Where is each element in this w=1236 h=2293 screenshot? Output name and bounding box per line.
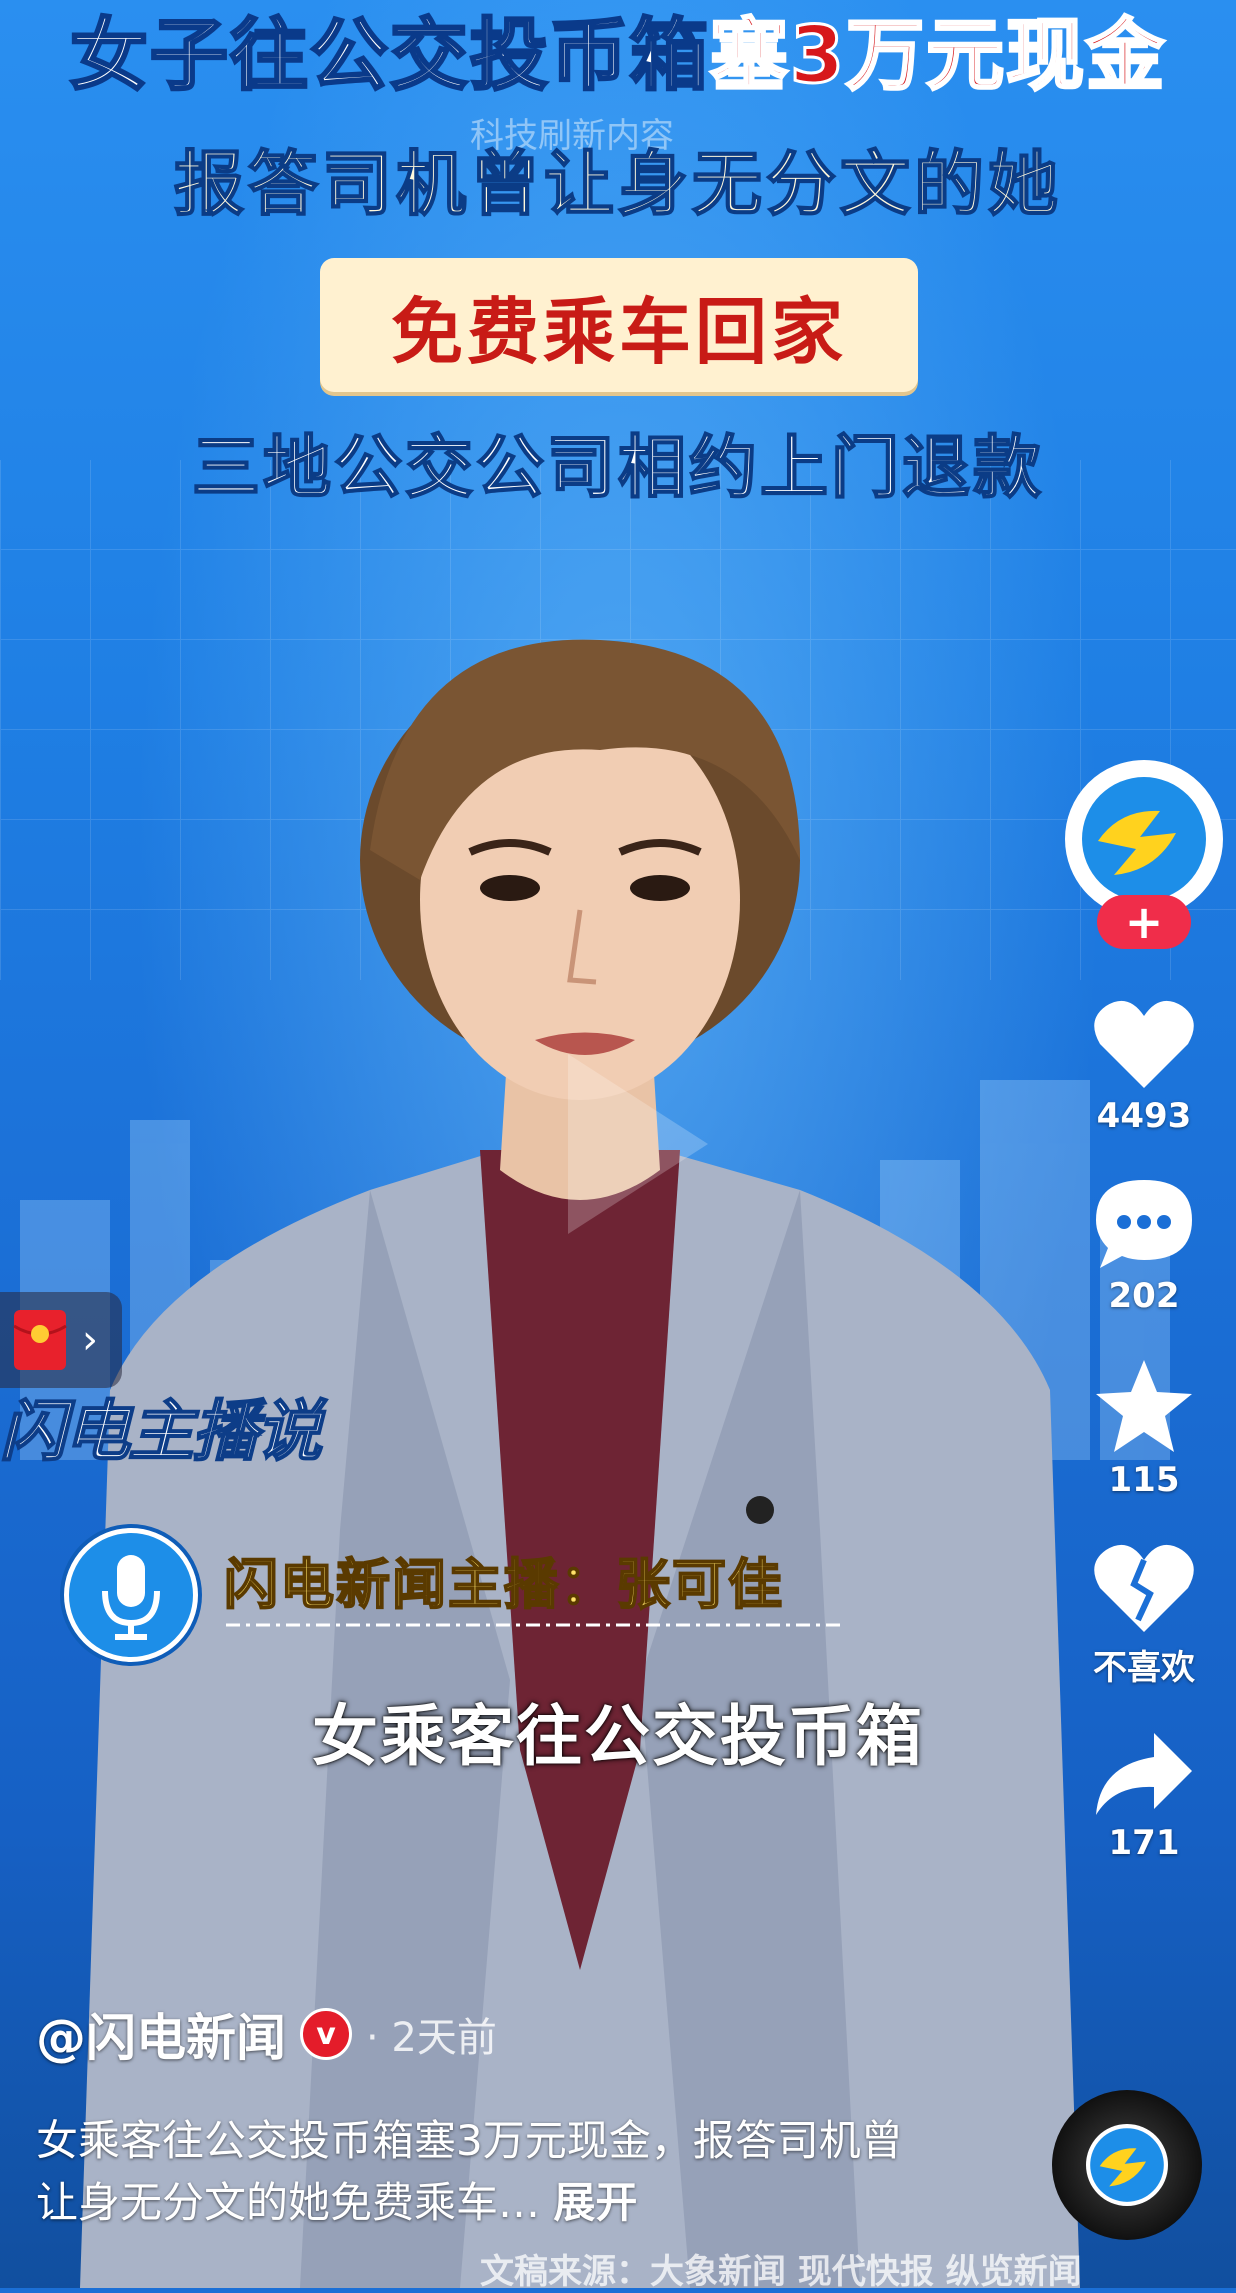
post-time: · 2天前 [366, 2015, 497, 2061]
author-row: @闪电新闻 v · 2天前 [36, 1998, 497, 2070]
source-credit: 文稿来源：大象新闻 现代快报 纵览新闻 [480, 2252, 1082, 2292]
chevron-right-icon: › [82, 1317, 98, 1363]
heart-icon [1094, 1000, 1194, 1088]
verified-badge-icon: v [300, 2008, 352, 2060]
broken-heart-icon [1094, 1544, 1194, 1632]
headline-red-text: 塞3万元现金 [708, 10, 1167, 103]
video-subtitle: 女乘客往公交投币箱 [312, 1698, 924, 1775]
share-count: 171 [1108, 1823, 1180, 1863]
headline-line1: 女子往公交投币箱塞3万元现金 [0, 6, 1236, 106]
microphone-badge [64, 1528, 198, 1662]
like-action[interactable]: 4493 [1092, 996, 1196, 1136]
red-envelope-widget[interactable]: › [0, 1292, 122, 1388]
star-icon [1096, 1360, 1192, 1452]
red-envelope-icon [13, 1310, 67, 1370]
dislike-action[interactable]: 不喜欢 [1092, 1540, 1196, 1689]
headline-pill: 免费乘车回家 [320, 258, 918, 392]
headline-line3: 三地公交公司相约上门退款 [191, 428, 1044, 509]
lightning-logo-icon [1090, 2128, 1164, 2202]
author-avatar[interactable]: + [1065, 760, 1223, 949]
expand-link[interactable]: 展开 [553, 2178, 637, 2227]
anchor-name-label: 闪电新闻主播：张可佳 [223, 1552, 784, 1617]
program-logo: 闪电主播说 [0, 1392, 323, 1471]
like-count: 4493 [1096, 1096, 1192, 1136]
play-icon[interactable] [548, 1044, 718, 1244]
description-text: 女乘客往公交投币箱塞3万元现金，报答司机曾让身无分文的她免费乘车… [36, 2116, 903, 2227]
comment-bubble-icon [1096, 1180, 1192, 1268]
video-description[interactable]: 女乘客往公交投币箱塞3万元现金，报答司机曾让身无分文的她免费乘车… 展开 [36, 2110, 916, 2234]
disc-center [1086, 2124, 1168, 2206]
audio-waveform [226, 1623, 846, 1627]
headline-white-text: 女子往公交投币箱 [68, 10, 710, 103]
comment-action[interactable]: 202 [1092, 1176, 1196, 1316]
microphone-icon [102, 1555, 160, 1640]
dislike-label: 不喜欢 [1093, 1648, 1195, 1688]
comment-count: 202 [1108, 1276, 1180, 1316]
lower-third: 闪电新闻主播：张可佳 [64, 1522, 864, 1670]
music-disc-button[interactable] [1052, 2090, 1202, 2240]
follow-button[interactable]: + [1097, 895, 1191, 949]
favorite-count: 115 [1108, 1460, 1180, 1500]
lightning-logo-icon [1082, 777, 1206, 901]
favorite-action[interactable]: 115 [1092, 1356, 1196, 1500]
headline-line2: 报答司机曾让身无分文的她 [173, 142, 1062, 226]
author-name[interactable]: @闪电新闻 [36, 1998, 286, 2070]
